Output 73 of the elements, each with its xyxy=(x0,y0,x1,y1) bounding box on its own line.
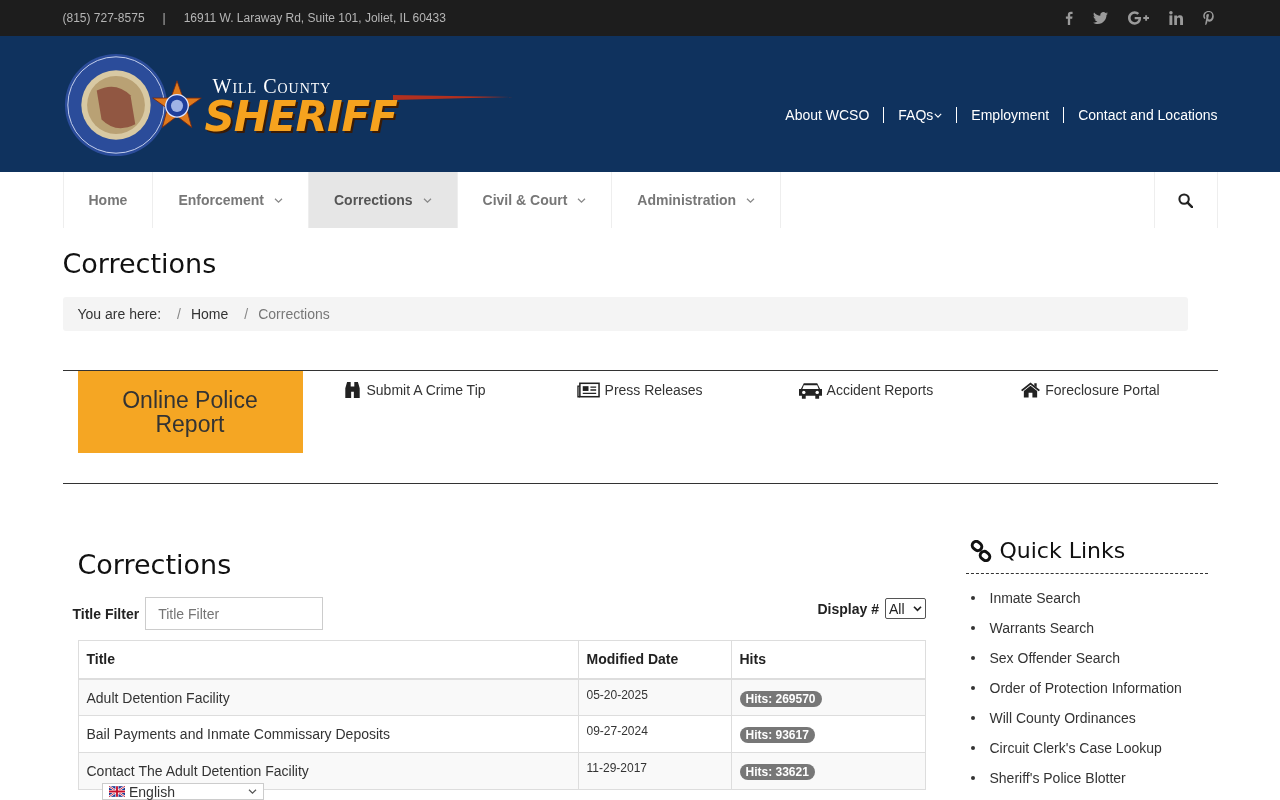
bullet-icon xyxy=(970,656,975,660)
sidebar-link[interactable]: Sex Offender Search xyxy=(989,650,1120,666)
header-menu-link[interactable]: Contact and Locations xyxy=(1078,107,1218,123)
nav-tab[interactable]: Enforcement xyxy=(152,172,308,228)
header-menu-link[interactable]: Employment xyxy=(971,107,1050,123)
search-button[interactable] xyxy=(1153,172,1218,228)
car-icon xyxy=(798,381,822,399)
breadcrumb-link[interactable]: Home xyxy=(190,306,229,322)
google-plus-icon[interactable] xyxy=(1127,11,1149,25)
newspaper-icon xyxy=(576,381,600,399)
date-cell: 11-29-2017 xyxy=(578,752,731,790)
online-report-button[interactable]: Online Police Report xyxy=(77,371,303,453)
caret-icon xyxy=(248,788,257,795)
quick-access-link[interactable]: Foreclosure Portal xyxy=(1021,381,1160,399)
bullet-icon xyxy=(970,626,975,630)
link-icon xyxy=(969,539,992,562)
header-menu-link[interactable]: FAQs xyxy=(898,107,943,123)
search-icon xyxy=(1178,192,1193,208)
bullet-icon xyxy=(970,716,975,720)
nav-tab[interactable]: Administration xyxy=(611,172,782,228)
star-badge-drawing xyxy=(150,79,203,131)
nav-tab[interactable]: Civil & Court xyxy=(456,172,612,228)
flag-icon xyxy=(109,786,125,797)
page-title: Corrections xyxy=(62,247,218,281)
article-link[interactable]: Adult Detention Facility xyxy=(86,689,230,706)
bullet-icon xyxy=(970,686,975,690)
address-text: 16911 W. Laraway Rd, Suite 101, Joliet, IL 60433 xyxy=(183,11,446,25)
section-heading: Corrections xyxy=(77,548,233,582)
logo-subtitle: Will County xyxy=(212,76,333,96)
hits-count: Hits: 269570 xyxy=(739,690,822,707)
linkedin-icon[interactable] xyxy=(1168,11,1183,25)
breadcrumb-divider: / xyxy=(244,306,249,322)
filter-label: Title Filter xyxy=(72,605,140,622)
sidebar-link[interactable]: Circuit Clerk's Case Lookup xyxy=(989,740,1162,756)
column-header: Hits xyxy=(731,640,925,679)
sidebar-link[interactable]: Will County Ordinances xyxy=(989,710,1136,726)
breadcrumb-label: You are here: xyxy=(77,306,162,322)
display-count-dropdown[interactable]: All xyxy=(884,598,926,619)
sidebar-link[interactable]: Sheriff's Police Blotter xyxy=(989,770,1126,786)
sidebar-link[interactable]: Warrants Search xyxy=(989,620,1094,636)
sidebar-link[interactable]: Order of Protection Information xyxy=(989,680,1182,696)
quick-access-link[interactable]: Press Releases xyxy=(576,381,703,399)
facebook-icon[interactable] xyxy=(1064,11,1073,25)
house-icon xyxy=(1021,381,1041,399)
column-header: Modified Date xyxy=(578,640,731,679)
bullet-icon xyxy=(970,746,975,750)
sidebar-heading: Quick Links xyxy=(999,538,1126,563)
date-cell: 05-20-2025 xyxy=(578,678,731,716)
nav-tab[interactable]: Corrections xyxy=(308,172,457,228)
date-cell: 09-27-2024 xyxy=(578,715,731,753)
bullet-icon xyxy=(970,596,975,600)
twitter-icon[interactable] xyxy=(1092,11,1108,25)
breadcrumb-divider: / xyxy=(177,306,181,322)
quick-access-link[interactable]: Submit A Crime Tip xyxy=(342,381,486,399)
header-menu-link[interactable]: About WCSO xyxy=(785,107,870,123)
breadcrumb-current: Corrections xyxy=(258,306,330,322)
display-count-label: Display # xyxy=(817,600,879,617)
language-selector[interactable]: English xyxy=(102,783,264,800)
binoculars-icon xyxy=(342,381,362,399)
phone-number: (815) 727-8575 xyxy=(62,11,145,25)
logo-title: SHERIFF xyxy=(204,96,397,138)
nav-tab[interactable]: Home xyxy=(62,172,153,228)
hits-count: Hits: 33621 xyxy=(739,764,815,780)
bullet-icon xyxy=(970,776,975,780)
column-header: Title xyxy=(78,640,578,679)
pinterest-icon[interactable] xyxy=(1202,11,1214,25)
hits-count: Hits: 93617 xyxy=(739,727,815,743)
sidebar-link[interactable]: Inmate Search xyxy=(989,590,1081,606)
caret-icon xyxy=(912,605,922,612)
title-filter-field[interactable]: Title Filter xyxy=(145,597,324,630)
article-link[interactable]: Contact The Adult Detention Facility xyxy=(86,763,309,779)
separator-text: | xyxy=(162,11,166,25)
quick-access-link[interactable]: Accident Reports xyxy=(798,381,934,399)
